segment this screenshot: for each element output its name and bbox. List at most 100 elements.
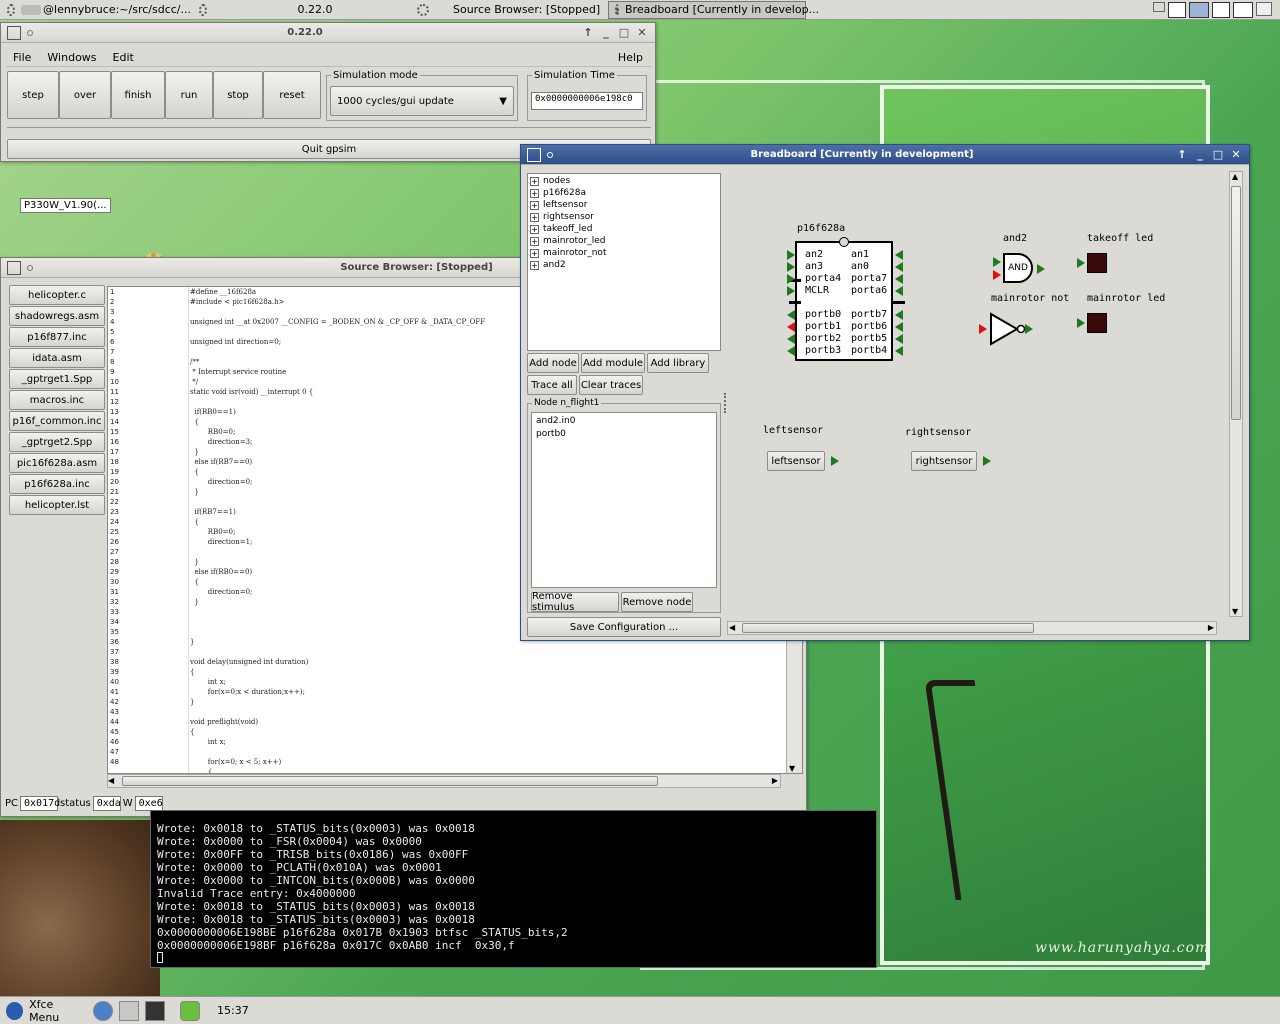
close-icon[interactable]: ✕ [635, 26, 649, 39]
pager-workspace-active[interactable] [1189, 1, 1209, 18]
cube-icon[interactable] [7, 25, 21, 40]
add-library-button[interactable]: Add library [647, 353, 709, 373]
clear-traces-button[interactable]: Clear traces [579, 375, 643, 395]
expand-icon[interactable]: + [530, 200, 539, 210]
close-icon[interactable]: ✕ [1229, 148, 1243, 161]
file-tab[interactable]: _gptrget1.Spp [9, 369, 105, 389]
finish-button[interactable]: finish [111, 71, 165, 119]
xfce-menu-button[interactable]: Xfce Menu [0, 998, 90, 1024]
not-gate[interactable] [989, 311, 1045, 347]
tree-item[interactable]: + takeoff_led [528, 223, 720, 235]
mainrotor-led[interactable] [1087, 313, 1107, 333]
scroll-right-icon[interactable]: ▶ [1208, 623, 1214, 632]
w-field[interactable]: 0xe6 [134, 796, 163, 811]
tree-item[interactable]: + mainrotor_led [528, 235, 720, 247]
browser-icon[interactable] [93, 1000, 113, 1021]
pager-workspace[interactable] [1233, 1, 1253, 18]
expand-icon[interactable]: + [530, 236, 539, 246]
sim-mode-select[interactable]: 1000 cycles/gui update ▼ [330, 86, 514, 116]
reset-button[interactable]: reset [263, 71, 321, 119]
status-field[interactable]: 0xda [92, 796, 121, 811]
remove-stimulus-button[interactable]: Remove stimulus [531, 591, 619, 613]
expand-icon[interactable]: + [530, 248, 539, 258]
task-source-browser[interactable]: Source Browser: [Stopped] [410, 1, 608, 19]
node-list[interactable]: and2.in0 portb0 [531, 412, 717, 588]
takeoff-led[interactable] [1087, 253, 1107, 273]
cube-icon[interactable] [527, 147, 541, 162]
file-tab[interactable]: p16f_common.inc [9, 411, 105, 431]
scroll-left-icon[interactable]: ◀ [108, 776, 114, 785]
tree-item[interactable]: + rightsensor [528, 211, 720, 223]
canvas-horizontal-scrollbar[interactable]: ◀ ▶ [727, 621, 1217, 635]
menu-file[interactable]: File [5, 51, 39, 64]
expand-icon[interactable]: + [530, 224, 539, 234]
breadboard-canvas[interactable]: p16f628a an2 an3 porta4 MCLR an1 an0 porta7 po… [727, 171, 1231, 617]
titlebar[interactable]: 0.22.0 ↑ _ □ ✕ [1, 23, 655, 43]
remove-node-button[interactable]: Remove node [621, 592, 693, 612]
scroll-down-icon[interactable]: ▼ [1232, 607, 1238, 616]
tree-item[interactable]: + nodes [528, 175, 720, 187]
minimize-icon[interactable]: _ [1193, 148, 1207, 161]
and-gate[interactable]: AND [1003, 253, 1033, 283]
file-tab[interactable]: idata.asm [9, 348, 105, 368]
tree-item[interactable]: + and2 [528, 259, 720, 271]
leftsensor-button[interactable]: leftsensor [767, 451, 825, 471]
cube-icon[interactable] [7, 260, 21, 275]
menu-windows[interactable]: Windows [39, 51, 104, 64]
horizontal-scrollbar[interactable]: ◀ ▶ [107, 774, 781, 788]
menu-edit[interactable]: Edit [105, 51, 142, 64]
scroll-down-icon[interactable]: ▼ [789, 764, 795, 773]
titlebar[interactable]: Breadboard [Currently in development] ↑ … [521, 145, 1249, 165]
scroll-thumb[interactable] [742, 623, 1034, 633]
tree-item[interactable]: + p16f628a [528, 187, 720, 199]
maximize-icon[interactable]: □ [617, 26, 631, 39]
pc-field[interactable]: 0x017d [20, 796, 60, 811]
pic-chip[interactable]: an2 an3 porta4 MCLR an1 an0 porta7 porta6 port… [795, 237, 893, 361]
rightsensor-button[interactable]: rightsensor [911, 451, 977, 471]
scroll-left-icon[interactable]: ◀ [729, 623, 735, 632]
pane-handle[interactable] [724, 393, 726, 413]
tree-item[interactable]: + leftsensor [528, 199, 720, 211]
expand-icon[interactable]: + [530, 260, 539, 270]
component-tree[interactable]: + nodes + p16f628a + leftsensor + rightsensor + t… [527, 173, 721, 351]
tree-item[interactable]: + mainrotor_not [528, 247, 720, 259]
desktop-icon-label[interactable]: P330W_V1.90(... [20, 198, 111, 213]
list-item[interactable]: portb0 [536, 428, 712, 441]
pager-workspace[interactable] [1168, 1, 1186, 18]
pager-workspace[interactable] [1212, 1, 1230, 18]
expand-icon[interactable]: + [530, 188, 539, 198]
pager-workspace[interactable] [1256, 1, 1272, 16]
add-node-button[interactable]: Add node [527, 353, 579, 373]
task-gpsim[interactable]: 0.22.0 [220, 1, 410, 19]
task-breadboard[interactable]: Breadboard [Currently in develop... [608, 0, 819, 19]
terminal-icon[interactable] [145, 1000, 165, 1021]
pager[interactable] [1153, 1, 1272, 18]
file-tab[interactable]: shadowregs.asm [9, 306, 105, 326]
expand-icon[interactable]: + [530, 176, 539, 186]
scroll-right-icon[interactable]: ▶ [772, 776, 778, 785]
maximize-icon[interactable]: □ [1211, 148, 1225, 161]
terminal-output[interactable]: Wrote: 0x0018 to _STATUS_bits(0x0003) wa… [150, 810, 877, 968]
shade-icon[interactable]: ↑ [581, 26, 595, 39]
files-icon[interactable] [119, 1000, 139, 1021]
stop-button[interactable]: stop [213, 71, 263, 119]
run-button[interactable]: run [165, 71, 213, 119]
file-tab[interactable]: helicopter.c [9, 285, 105, 305]
file-tab[interactable]: helicopter.lst [9, 495, 105, 515]
minimize-icon[interactable]: _ [599, 26, 613, 39]
trace-all-button[interactable]: Trace all [527, 375, 577, 395]
sim-time-field[interactable]: 0x0000000006e198c0 [531, 92, 643, 110]
pager-workspace[interactable] [1153, 1, 1165, 12]
file-tab[interactable]: _gptrget2.Spp [9, 432, 105, 452]
canvas-vertical-scrollbar[interactable]: ▲ ▼ [1229, 171, 1243, 617]
file-tab[interactable]: macros.inc [9, 390, 105, 410]
scroll-thumb[interactable] [122, 776, 658, 786]
menu-help[interactable]: Help [610, 51, 651, 64]
over-button[interactable]: over [59, 71, 111, 119]
task-terminal[interactable]: @lennybruce:~/src/sdcc/... [0, 1, 220, 19]
add-module-button[interactable]: Add module [581, 353, 645, 373]
save-configuration-button[interactable]: Save Configuration ... [527, 617, 721, 637]
file-tab[interactable]: p16f877.inc [9, 327, 105, 347]
step-button[interactable]: step [7, 71, 59, 119]
scroll-up-icon[interactable]: ▲ [1232, 172, 1238, 181]
